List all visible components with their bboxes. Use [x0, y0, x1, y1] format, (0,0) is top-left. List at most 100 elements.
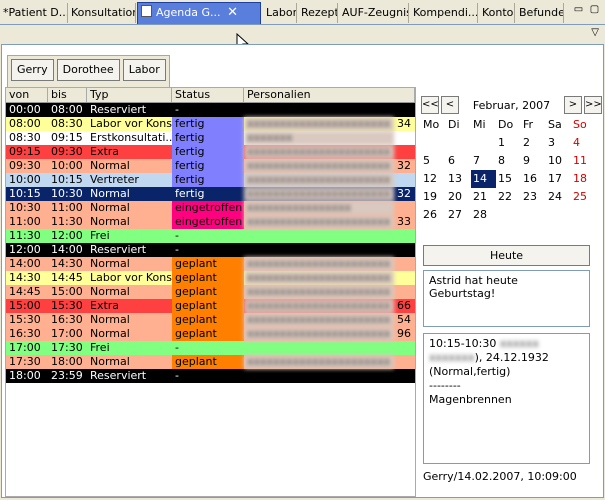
- calendar-day[interactable]: 17: [546, 170, 571, 188]
- resource-button-labor[interactable]: Labor: [122, 59, 166, 81]
- calendar-day[interactable]: 16: [521, 170, 546, 188]
- calendar-day[interactable]: 8: [496, 152, 521, 170]
- calendar-day[interactable]: 13: [446, 170, 471, 188]
- table-row[interactable]: 14:00 14:30 Normal geplant xxxxxxxxxxxxxxxxx…: [6, 257, 415, 271]
- column-status[interactable]: Status: [172, 88, 244, 102]
- table-row[interactable]: 08:30 09:15 Erstkonsultati... fertig xxxxxxx: [6, 131, 415, 145]
- tab-kompendium[interactable]: Kompendi...: [410, 3, 478, 23]
- calendar-day[interactable]: 5: [421, 152, 446, 170]
- calendar-day[interactable]: 2: [521, 134, 546, 152]
- calendar-day[interactable]: 4: [571, 134, 596, 152]
- calendar-day[interactable]: 20: [446, 188, 471, 206]
- calendar-day[interactable]: 21: [471, 188, 496, 206]
- tab-labor[interactable]: Labor: [263, 3, 297, 23]
- calendar-day: [446, 134, 471, 152]
- cell-status: geplant: [172, 271, 244, 285]
- table-row[interactable]: 10:30 11:00 Normal eingetroffen xxxxxxxxxxxx…: [6, 201, 415, 215]
- column-bis[interactable]: bis: [48, 88, 87, 102]
- calendar-day[interactable]: 22: [496, 188, 521, 206]
- table-row[interactable]: 15:00 15:30 Extra geplant xxxxxxxxxxxxxxxxxx…: [6, 299, 415, 313]
- cell-extra: [394, 355, 415, 369]
- appointment-table: von bis Typ Status Personalien 00:00 08:0…: [5, 87, 416, 497]
- calendar-day[interactable]: 12: [421, 170, 446, 188]
- calendar-day[interactable]: 25: [571, 188, 596, 206]
- table-row[interactable]: 09:15 09:30 Extra fertig xxxxxxxxxxxxxxxxxxx…: [6, 145, 415, 159]
- calendar-day[interactable]: 10: [546, 152, 571, 170]
- cell-von: 11:30: [9, 229, 41, 242]
- resource-button-gerry[interactable]: Gerry: [11, 59, 54, 81]
- calendar-day[interactable]: 26: [421, 206, 446, 224]
- resource-button-dorothee[interactable]: Dorothee: [56, 59, 120, 81]
- table-row[interactable]: 10:00 10:15 Vertreter fertig xxxxxxxxxxxxxxx…: [6, 173, 415, 187]
- calendar-day[interactable]: 6: [446, 152, 471, 170]
- table-row[interactable]: 15:30 16:30 Normal geplant xxxxxxxxxxxxxxxxx…: [6, 313, 415, 327]
- weekday-label: Do: [498, 118, 514, 131]
- calendar-day[interactable]: 19: [421, 188, 446, 206]
- calendar-day: [521, 206, 546, 224]
- cell-von: 11:00: [9, 215, 41, 228]
- table-row[interactable]: 10:15 10:30 Normal fertig xxxxxxxxxxxxxxxxxx…: [6, 187, 415, 201]
- tab-befunde[interactable]: Befunde: [516, 3, 564, 23]
- calendar-day[interactable]: 1: [496, 134, 521, 152]
- calendar-day[interactable]: 28: [471, 206, 496, 224]
- minimize-icon[interactable]: ▭: [572, 4, 585, 17]
- calendar-day[interactable]: 3: [546, 134, 571, 152]
- tab-agenda[interactable]: Agenda G... ✕: [137, 2, 261, 24]
- table-row[interactable]: 17:30 18:00 Normal geplant xxxxxxxxxxxxxxxxx…: [6, 355, 415, 369]
- table-row[interactable]: 11:00 11:30 Normal eingetroffen xxxxxxxxxxxx…: [6, 215, 415, 229]
- next-month-button[interactable]: >: [564, 96, 582, 114]
- cell-status: geplant: [172, 313, 244, 327]
- next-year-button[interactable]: >>: [584, 96, 602, 114]
- table-row[interactable]: 18:00 23:59 Reserviert -: [6, 369, 415, 383]
- tab-konsultation[interactable]: Konsultation: [68, 3, 136, 23]
- view-toolbar: ▽: [0, 25, 605, 40]
- calendar-day[interactable]: 15: [496, 170, 521, 188]
- cell-bis: 12:00: [51, 229, 83, 242]
- view-menu-chevron-icon[interactable]: ▽: [591, 27, 599, 38]
- cell-von: 16:30: [9, 327, 41, 340]
- tab-rezept[interactable]: Rezept: [298, 3, 338, 23]
- cell-extra: [394, 243, 415, 257]
- cell-extra: 54: [397, 313, 411, 326]
- calendar-day[interactable]: 23: [521, 188, 546, 206]
- cell-personalien: xxxxxxxxxxxxxxxxxxxxxx: [244, 173, 394, 187]
- calendar-day[interactable]: 18: [571, 170, 596, 188]
- table-row[interactable]: 09:30 10:00 Normal fertig xxxxxxxxxxxxxxxxxx…: [6, 159, 415, 173]
- cell-extra: 96: [397, 327, 411, 340]
- calendar-day[interactable]: 27: [446, 206, 471, 224]
- table-row[interactable]: 00:00 08:00 Reserviert -: [6, 103, 415, 117]
- calendar-week-row: 1234: [421, 134, 596, 152]
- calendar-day[interactable]: 7: [471, 152, 496, 170]
- cell-von: 15:30: [9, 313, 41, 326]
- tab-auf-zeugnis[interactable]: AUF-Zeugnis: [339, 3, 409, 23]
- calendar-day[interactable]: 14: [471, 170, 496, 188]
- tab-konto[interactable]: Konto: [479, 3, 515, 23]
- cell-extra: [394, 229, 415, 243]
- cell-personalien: [244, 341, 394, 355]
- tab-patient-details[interactable]: *Patient D...: [0, 3, 68, 23]
- table-row[interactable]: 17:00 17:30 Frei -: [6, 341, 415, 355]
- column-personalien[interactable]: Personalien: [244, 88, 415, 102]
- cell-status: geplant: [172, 257, 244, 271]
- table-row[interactable]: 14:30 14:45 Labor vor Kons geplant xxxxxxxxx…: [6, 271, 415, 285]
- column-typ[interactable]: Typ: [87, 88, 172, 102]
- table-row[interactable]: 11:30 12:00 Frei -: [6, 229, 415, 243]
- details-time: 10:15-10:30: [429, 337, 497, 350]
- prev-year-button[interactable]: <<: [421, 96, 439, 114]
- calendar-day[interactable]: 11: [571, 152, 596, 170]
- close-icon[interactable]: ✕: [227, 3, 238, 23]
- cell-personalien: xxxxxxxxxxxxxxxx: [244, 201, 394, 215]
- table-row[interactable]: 12:00 14:00 Reserviert -: [6, 243, 415, 257]
- cell-personalien: xxxxxxxxxxxxxxxxxxxxxx: [244, 215, 394, 229]
- calendar-day[interactable]: 9: [521, 152, 546, 170]
- table-row[interactable]: 08:00 08:30 Labor vor Kons fertig xxxxxxxxxx…: [6, 117, 415, 131]
- table-row[interactable]: 14:45 15:00 Normal geplant xxxxxxxxxxxxxxxxx…: [6, 285, 415, 299]
- prev-month-button[interactable]: <: [441, 96, 459, 114]
- column-von[interactable]: von: [6, 88, 48, 102]
- cell-bis: 11:00: [51, 201, 83, 214]
- cell-status: geplant: [172, 285, 244, 299]
- maximize-icon[interactable]: ▢: [588, 4, 601, 17]
- today-button[interactable]: Heute: [423, 245, 590, 266]
- calendar-day[interactable]: 24: [546, 188, 571, 206]
- table-row[interactable]: 16:30 17:00 Normal geplant xxxxxxxxxxxxxxxxx…: [6, 327, 415, 341]
